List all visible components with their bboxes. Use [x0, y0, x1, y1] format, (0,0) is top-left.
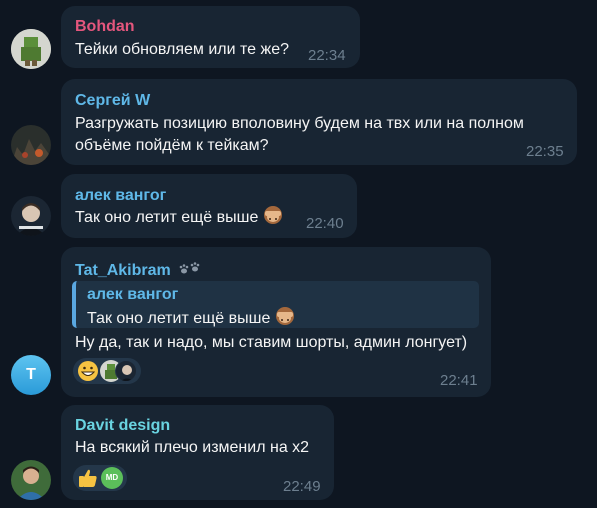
message-time: 22:35 [526, 143, 564, 160]
message-bubble[interactable]: Сергей W Разгружать позицию вполовину бу… [61, 79, 577, 165]
message-bubble[interactable]: Tat_Akibram алек вангог Так оно летит ещ… [61, 247, 491, 397]
grinning-face-icon [77, 360, 99, 387]
avatar-tat-akibram[interactable]: T [11, 355, 51, 395]
quote-text: Так оно летит ещё выше [87, 310, 271, 327]
reaction-grin[interactable] [73, 358, 141, 384]
reactions-bar[interactable] [73, 358, 203, 386]
reactor-avatar [115, 360, 137, 382]
see-no-evil-monkey-icon [274, 306, 296, 331]
reactions-bar[interactable]: MD [73, 465, 133, 493]
sender-name[interactable]: Bohdan [75, 18, 135, 36]
quote-text-line: Так оно летит ещё выше [87, 306, 296, 331]
reaction-thumbs-up[interactable]: MD [73, 465, 127, 491]
message-text-line-2: объёме пойдём к тейкам? [75, 137, 269, 154]
sender-name[interactable]: Tat_Akibram [75, 260, 201, 283]
message-time: 22:34 [308, 47, 346, 64]
message-text: На всякий плечо изменил на x2 [75, 439, 310, 456]
message-text: Ну да, так и надо, мы ставим шорты, адми… [75, 334, 468, 351]
avatar-bohdan[interactable] [11, 29, 51, 69]
paw-prints-icon [179, 260, 201, 283]
avatar-davit[interactable] [11, 460, 51, 500]
message-text-line-1: Разгружать позицию вполовину будем на тв… [75, 115, 524, 132]
message-text: Так оно летит ещё выше [75, 205, 284, 233]
sender-name[interactable]: алек вангог [75, 187, 166, 205]
quote-sender: алек вангог [87, 286, 179, 303]
message-bubble[interactable]: Bohdan Тейки обновляем или те же? 22:34 [61, 6, 360, 68]
sender-name-text: Tat_Akibram [75, 262, 171, 279]
avatar-sergey[interactable] [11, 125, 51, 165]
reactor-initials: MD [105, 473, 119, 482]
avatar-letter: T [26, 366, 36, 383]
reactor-avatar: MD [101, 467, 123, 489]
message-time: 22:49 [283, 478, 321, 495]
thumbs-up-icon [77, 467, 99, 494]
avatar-alek[interactable] [11, 196, 51, 236]
see-no-evil-monkey-icon [262, 205, 284, 233]
message-text-content: Так оно летит ещё выше [75, 209, 259, 226]
message-time: 22:40 [306, 215, 344, 232]
message-bubble[interactable]: алек вангог Так оно летит ещё выше 22:40 [61, 174, 357, 238]
message-time: 22:41 [440, 372, 478, 389]
message-text: Тейки обновляем или те же? [75, 41, 290, 58]
reply-quote[interactable]: алек вангог Так оно летит ещё выше [72, 281, 479, 328]
sender-name[interactable]: Davit design [75, 417, 170, 435]
message-bubble[interactable]: Davit design На всякий плечо изменил на … [61, 405, 334, 500]
sender-name[interactable]: Сергей W [75, 92, 150, 110]
